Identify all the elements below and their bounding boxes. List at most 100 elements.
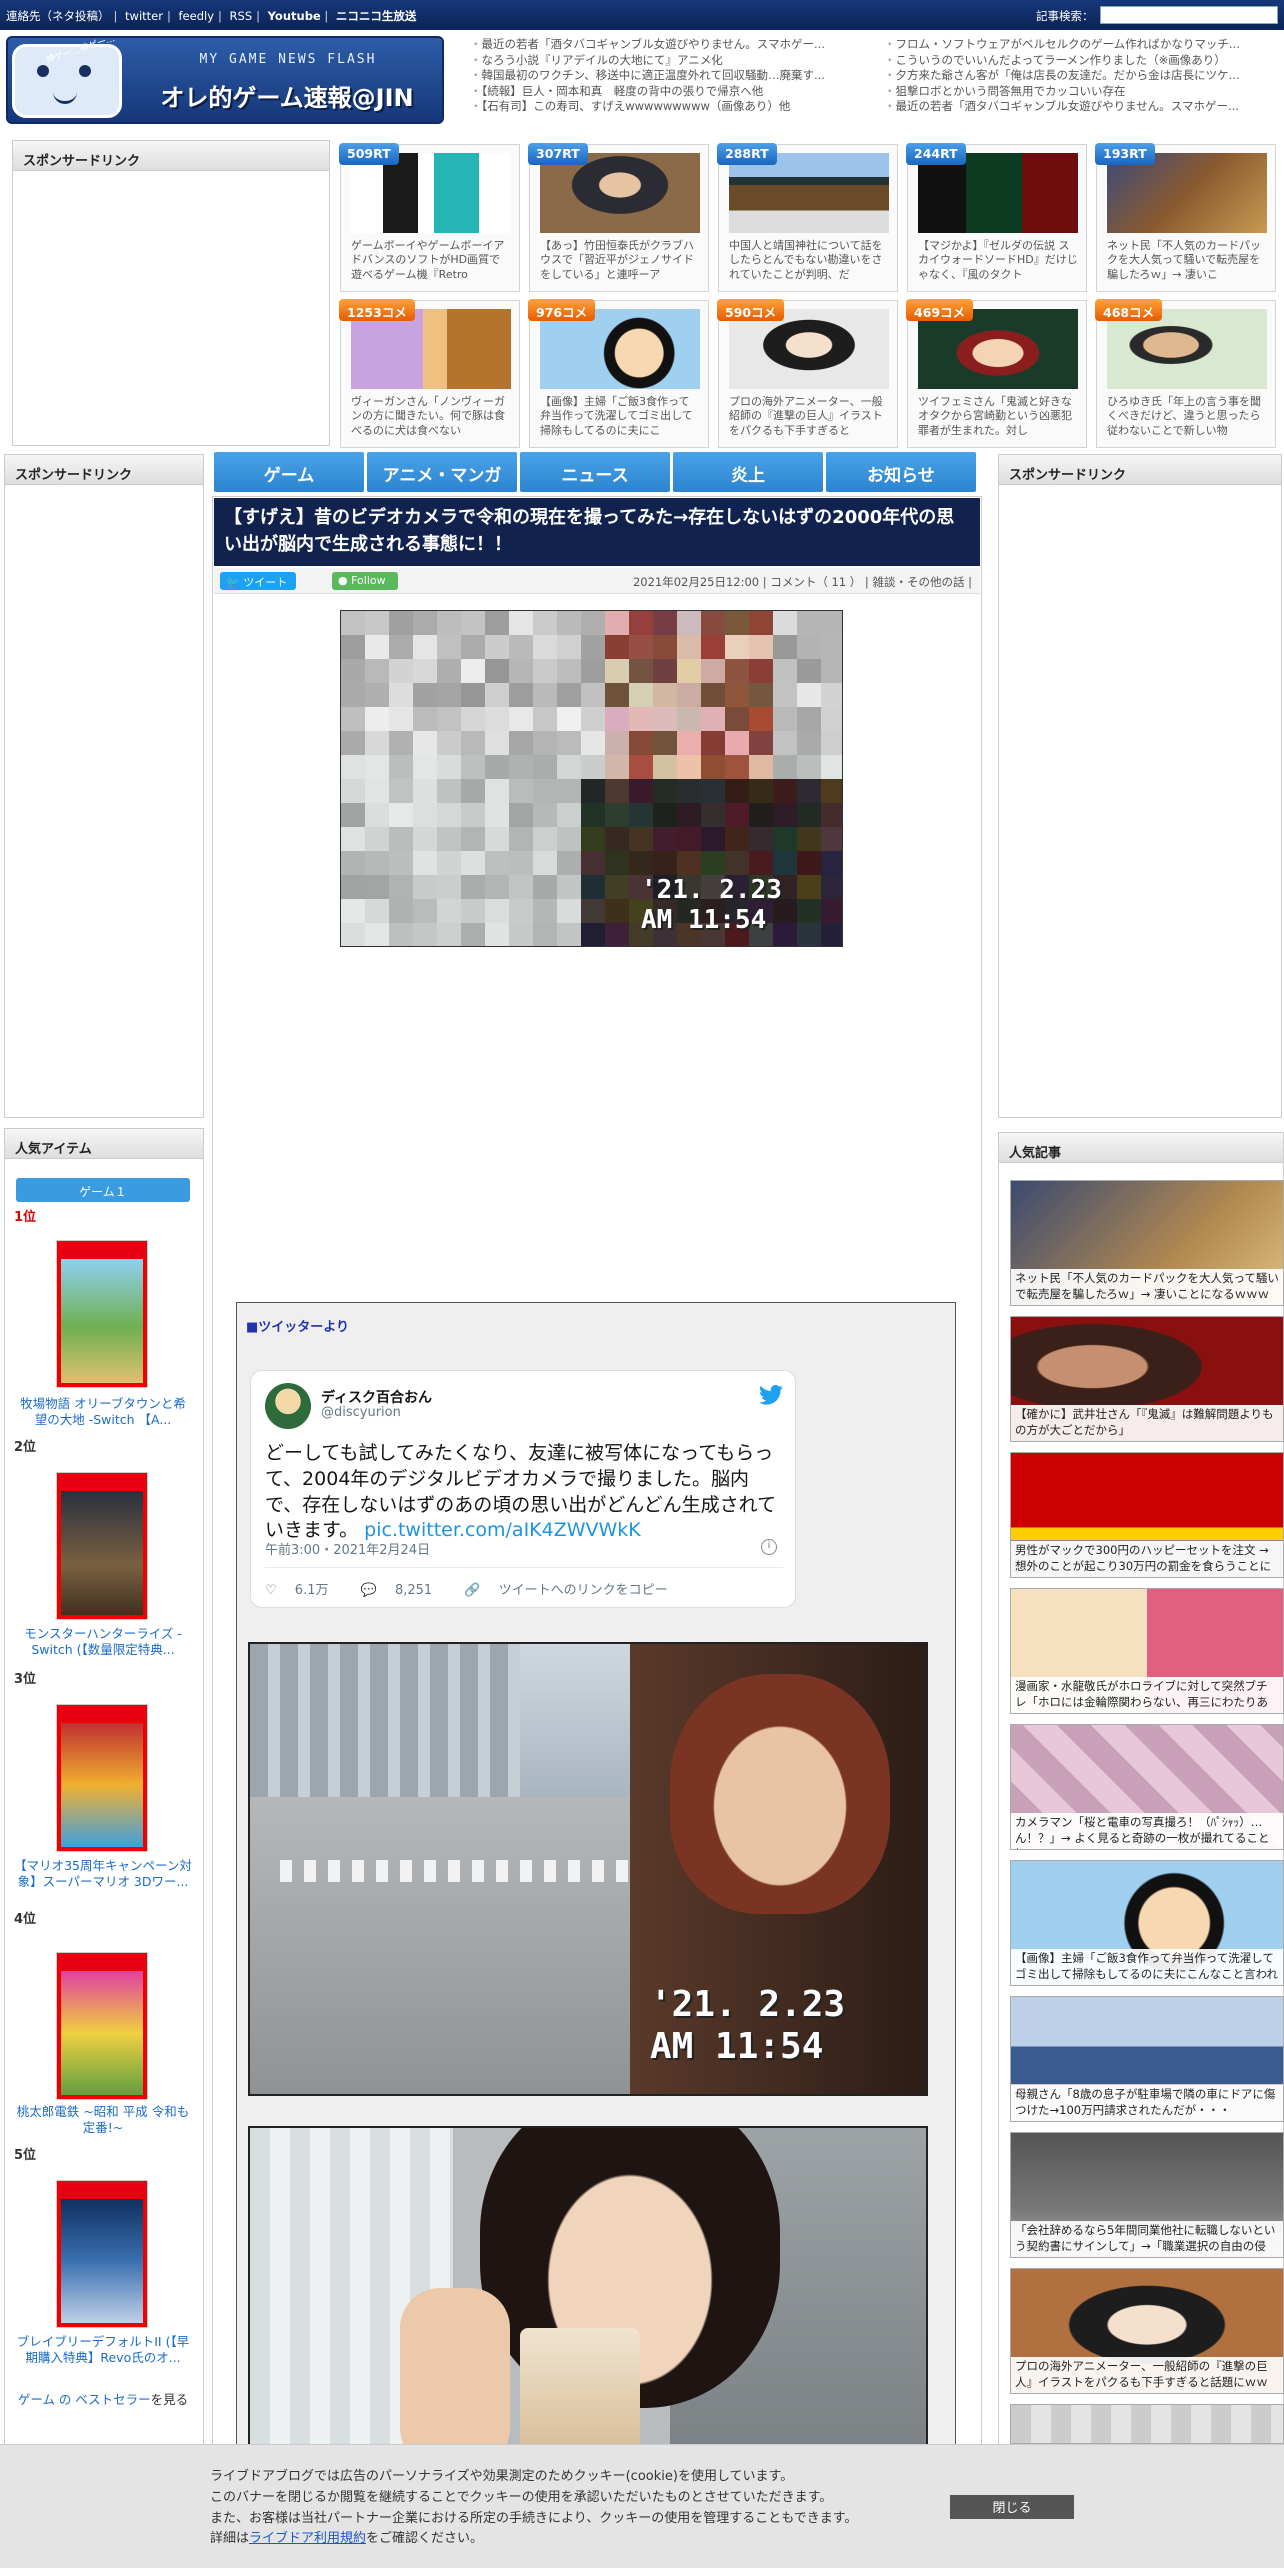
- photo-date-stamp: '21. 2.23: [641, 875, 782, 905]
- tweet-photo-street[interactable]: '21. 2.23 AM 11:54: [248, 1642, 928, 2096]
- rss-link[interactable]: RSS: [230, 9, 253, 23]
- terms-link[interactable]: ライブドア利用規約: [249, 2531, 366, 2546]
- popular-article[interactable]: 男性がマックで300円のハッピーセットを注文 → 想外のことが起こり30万円の罰…: [1010, 1452, 1284, 1578]
- site-logo[interactable]: 神ゲー…神ゲー… MY GAME NEWS FLASH オレ的ゲーム速報@JIN: [6, 36, 444, 124]
- twitter-bird-icon[interactable]: [759, 1385, 783, 1405]
- headline-item[interactable]: 韓国最初のワクチン、移送中に適正温度外れて回収騒動…廃棄す...: [470, 67, 870, 83]
- popular-article[interactable]: カメラマン「桜と電車の写真撮ろ！（ﾊﾟｼｬｯ）…ん！？」→ よく見ると奇跡の一枚…: [1010, 1724, 1284, 1850]
- card-text: 【画像】主婦「ご飯3食作って弁当作って洗濯してゴミ出して掃除もしてるのに夫にこ: [540, 395, 693, 437]
- headline-item[interactable]: 最近の若者「酒タバコギャンブル女遊びやりません。スマホゲー...: [470, 36, 870, 52]
- tweet-author-name[interactable]: ディスク百合おん: [321, 1387, 432, 1407]
- copy-link-action[interactable]: 🔗 ツイートへのリンクをコピー: [464, 1583, 681, 1598]
- tweet-author-handle[interactable]: @discyurion: [321, 1405, 401, 1420]
- card-thumbnail: [540, 153, 700, 233]
- comment-badge: 976コメ: [528, 299, 596, 321]
- youtube-link[interactable]: Youtube: [268, 9, 321, 23]
- popular-article[interactable]: 漫画家・水龍敬氏がホロライブに対して突然ブチレ「ホロには金輪際関わらない、再三に…: [1010, 1588, 1284, 1714]
- popular-article[interactable]: 【画像】主婦「ご飯3食作って弁当作って洗濯してゴミ出して掃除もしてるのに夫にこん…: [1010, 1860, 1284, 1986]
- headline-item[interactable]: 最近の若者「酒タバコギャンブル女遊びやりません。スマホゲー...: [884, 98, 1284, 114]
- headline-item[interactable]: 狙撃ロボとかいう問答無用でカッコいい存在: [884, 83, 1284, 99]
- card-thumbnail: [1107, 153, 1267, 233]
- tab-game1[interactable]: ゲーム１: [16, 1178, 190, 1202]
- ranking-card[interactable]: 590コメ プロの海外アニメーター、一般紹師の『進撃の巨人』イラストをパクるも下…: [717, 299, 898, 448]
- popular-article-title: 【確かに】武井壮さん「『鬼滅』は難解問題よりもの方が大ごとだから」: [1011, 1405, 1283, 1441]
- card-thumbnail: [1107, 309, 1267, 389]
- game-title[interactable]: ブレイブリーデフォルトII (【早期購入特典】Revo氏のオ...: [14, 2334, 192, 2367]
- cookie-close-button[interactable]: 閉じる: [950, 2495, 1074, 2519]
- game-title[interactable]: モンスターハンターライズ -Switch (【数量限定特典...: [14, 1626, 192, 1659]
- tweet-timestamp[interactable]: 午前3:00・2021年2月24日: [265, 1539, 430, 1558]
- popular-article[interactable]: [1010, 2404, 1284, 2444]
- popular-article[interactable]: 母親さん「8歳の息子が駐車場で隣の車にドアに傷つけた→100万円請求されたんだが…: [1010, 1996, 1284, 2122]
- like-action[interactable]: ♡ 6.1万: [265, 1583, 342, 1598]
- top-links: 連絡先（ネタ投稿） | twitter | feedly | RSS | Youtube…: [6, 9, 417, 23]
- game-title[interactable]: 【マリオ35周年キャンペーン対象】スーパーマリオ 3Dワー...: [14, 1858, 192, 1891]
- search-input[interactable]: [1100, 6, 1278, 24]
- rank-label: 2位: [14, 1440, 37, 1455]
- category-link[interactable]: 雑談・その他の話: [872, 575, 964, 589]
- popular-article-title: カメラマン「桜と電車の写真撮ろ！（ﾊﾟｼｬｯ）…ん！？」→ よく見ると奇跡の一枚…: [1011, 1813, 1283, 1849]
- comment-badge: 1253コメ: [339, 299, 415, 321]
- follow-button[interactable]: ● Follow: [332, 572, 398, 590]
- bestseller-suffix: を見る: [150, 2392, 189, 2407]
- popular-article[interactable]: ネット民「不人気のカードパックを大人気って騒いで転売屋を騙したろｗ」→ 凄いこと…: [1010, 1180, 1284, 1306]
- tweet-body: どーしても試してみたくなり、友達に被写体になってもらって、2004年のデジタルビ…: [265, 1441, 785, 1544]
- embedded-tweet[interactable]: ディスク百合おん @discyurion どーしても試してみたくなり、友達に被写…: [250, 1370, 796, 1608]
- card-thumbnail: [918, 309, 1078, 389]
- game-cover[interactable]: [56, 1952, 148, 2100]
- popular-article-title: 男性がマックで300円のハッピーセットを注文 → 想外のことが起こり30万円の罰…: [1011, 1541, 1283, 1577]
- ranking-card[interactable]: 1253コメ ヴィーガンさん「ノンヴィーガンの方に聞きたい。何で豚は食べるのに犬…: [339, 299, 520, 448]
- headline-item[interactable]: なろう小説『リアデイルの大地にて』アニメ化: [470, 52, 870, 68]
- bestseller-link[interactable]: ゲーム の ベストセラー: [18, 2392, 151, 2407]
- cookie-line: ライブドアブログでは広告のパーソナライズや効果測定のためクッキー(cookie)…: [210, 2469, 794, 2484]
- comment-count[interactable]: コメント（ 11 ）: [770, 575, 861, 589]
- sponsor-box-top: スポンサードリンク: [12, 140, 330, 446]
- article-title[interactable]: 【すげえ】昔のビデオカメラで令和の現在を撮ってみた→存在しないはずの2000年代…: [214, 498, 980, 566]
- headline-item[interactable]: こういうのでいいんだよってラーメン作りました（※画像あり）: [884, 52, 1284, 68]
- info-icon[interactable]: i: [761, 1539, 777, 1555]
- cookie-line: 詳細はライブドア利用規約をご確認ください。: [210, 2531, 484, 2547]
- tweet-share-button[interactable]: 🐦 ツイート: [220, 572, 296, 590]
- headline-item[interactable]: フロム・ソフトウェアがベルセルクのゲーム作ればかなりマッチ...: [884, 36, 1284, 52]
- nav-anime-manga[interactable]: アニメ・マンガ: [367, 452, 517, 492]
- ranking-card[interactable]: 288RT 中国人と靖国神社について話をしたらとんでもない勘違いをされていたこと…: [717, 143, 898, 292]
- reply-action[interactable]: 💬 8,251: [361, 1583, 447, 1598]
- sponsor-heading: スポンサードリンク: [13, 141, 329, 171]
- game-cover[interactable]: [56, 1240, 148, 1388]
- niconico-link[interactable]: ニコニコ生放送: [336, 9, 417, 23]
- ranking-card[interactable]: 193RT ネット民「不人気のカードパックを大人気って騒いで転売屋を騙したろｗ」…: [1095, 143, 1276, 292]
- ranking-card[interactable]: 468コメ ひろゆき氏「年上の言う事を聞くべきだけど、違うと思ったら従わないこと…: [1095, 299, 1276, 448]
- ranking-card[interactable]: 976コメ 【画像】主婦「ご飯3食作って弁当作って洗濯してゴミ出して掃除もしてる…: [528, 299, 709, 448]
- nav-news[interactable]: ニュース: [520, 452, 670, 492]
- game-cover[interactable]: [56, 1472, 148, 1620]
- feedly-link[interactable]: feedly: [179, 9, 215, 23]
- nav-notice[interactable]: お知らせ: [826, 452, 976, 492]
- cookie-line: このバナーを閉じるか閲覧を継続することでクッキーの使用を承認いただいたものとさせ…: [210, 2489, 833, 2505]
- popular-article[interactable]: 【確かに】武井壮さん「『鬼滅』は難解問題よりもの方が大ごとだから」: [1010, 1316, 1284, 1442]
- card-text: ツイフェミさん「鬼滅と好きなオタクから宮崎勤という凶悪犯罪者が生まれた。対し: [918, 395, 1072, 437]
- pixelated-photo: '21. 2.23 AM 11:54: [340, 610, 843, 947]
- headline-item[interactable]: 【続報】巨人・岡本和真 軽度の背中の張りで帰京へ他: [470, 83, 870, 99]
- nav-enjou[interactable]: 炎上: [673, 452, 823, 492]
- popular-article-title: 母親さん「8歳の息子が駐車場で隣の車にドアに傷つけた→100万円請求されたんだが…: [1011, 2085, 1283, 2121]
- popular-article-title: 「会社辞めるなら5年間同業他社に転職しないという契約書にサインして」→「職業選択…: [1011, 2221, 1283, 2257]
- ranking-card[interactable]: 469コメ ツイフェミさん「鬼滅と好きなオタクから宮崎勤という凶悪犯罪者が生まれ…: [906, 299, 1087, 448]
- popular-article[interactable]: 「会社辞めるなら5年間同業他社に転職しないという契約書にサインして」→「職業選択…: [1010, 2132, 1284, 2258]
- game-cover[interactable]: [56, 2180, 148, 2328]
- game-title[interactable]: 桃太郎電鉄 ~昭和 平成 令和も定番!~: [14, 2104, 192, 2137]
- popular-article[interactable]: プロの海外アニメーター、一般紹師の『進撃の巨人』イラストをパクるも下手すぎると話…: [1010, 2268, 1284, 2394]
- post-date: 2021年02月25日12:00: [632, 575, 760, 589]
- popular-articles-heading: 人気記事: [999, 1133, 1283, 1163]
- contact-link[interactable]: 連絡先（ネタ投稿）: [6, 9, 110, 23]
- headline-item[interactable]: 【石有司】この寿司、すげえwwwwwwwww（画像あり）他: [470, 98, 870, 114]
- headline-item[interactable]: 夕方来た爺さん客が「俺は店長の友達だ。だから金は店長にツケ...: [884, 67, 1284, 83]
- game-title[interactable]: 牧場物語 オリーブタウンと希望の大地 -Switch 【A...: [14, 1396, 192, 1429]
- ranking-card[interactable]: 509RT ゲームボーイやゲームボーイアドバンスのソフトがHD画質で遊べるゲーム…: [339, 143, 520, 292]
- nav-game[interactable]: ゲーム: [214, 452, 364, 492]
- ranking-card[interactable]: 244RT 【マジかよ】『ゼルダの伝説 スカイウォードソードHD』だけじゃなく、…: [906, 143, 1087, 292]
- card-thumbnail: [351, 309, 511, 389]
- twitter-link[interactable]: twitter: [125, 9, 163, 23]
- avatar[interactable]: [265, 1383, 311, 1429]
- ranking-card[interactable]: 307RT 【あっ】竹田恒泰氏がクラブハウスで「習近平がジェノサイドをしている」…: [528, 143, 709, 292]
- game-cover[interactable]: [56, 1704, 148, 1852]
